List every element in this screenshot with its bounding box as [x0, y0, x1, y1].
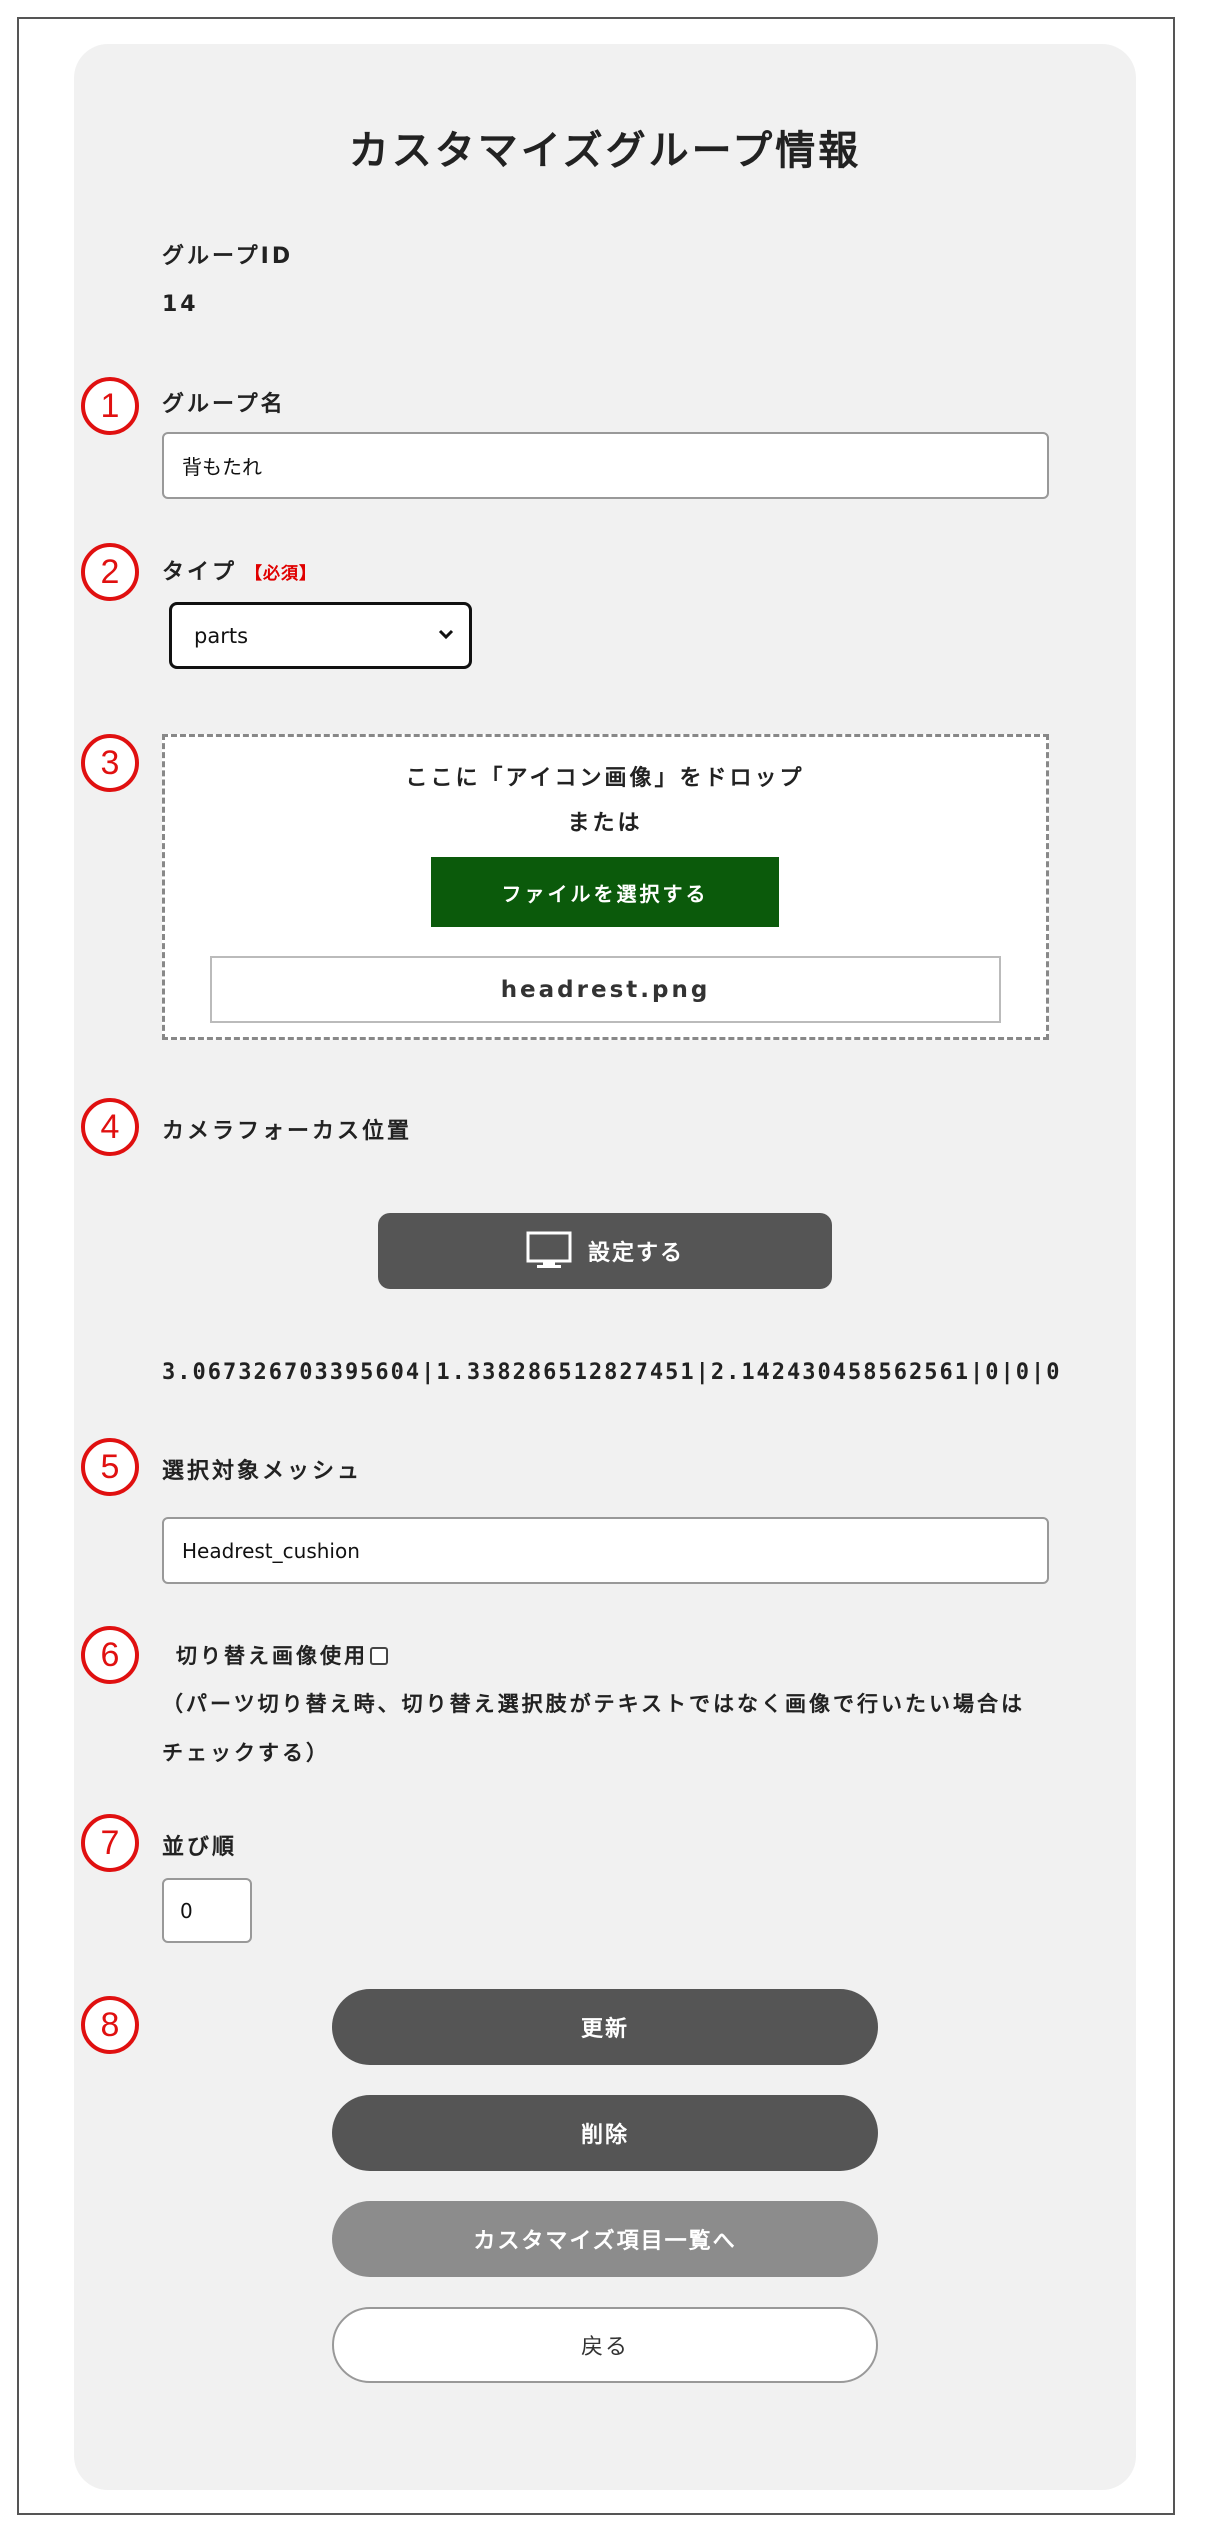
- marker-8: 8: [81, 1996, 139, 2054]
- marker-2: 2: [81, 543, 139, 601]
- group-id-label: グループID: [162, 244, 294, 269]
- type-label: タイプ: [162, 560, 238, 585]
- group-name-input[interactable]: 背もたれ: [162, 432, 1049, 499]
- chevron-down-icon: [438, 629, 454, 640]
- selected-filename: headrest.png: [210, 956, 1001, 1023]
- set-camera-button[interactable]: 設定する: [378, 1213, 832, 1289]
- marker-6: 6: [81, 1626, 139, 1684]
- type-select[interactable]: parts: [169, 602, 472, 669]
- delete-button[interactable]: 削除: [332, 2095, 878, 2171]
- type-label-row: タイプ 【必須】: [162, 554, 317, 586]
- switch-image-row: 切り替え画像使用: [176, 1640, 388, 1670]
- switch-image-note-1: （パーツ切り替え時、切り替え選択肢がテキストではなく画像で行いたい場合は: [162, 1692, 1025, 1716]
- type-selected-value: parts: [194, 623, 249, 648]
- back-button[interactable]: 戻る: [332, 2307, 878, 2383]
- camera-focus-label: カメラフォーカス位置: [162, 1119, 413, 1144]
- page-title: カスタマイズグループ情報: [348, 128, 862, 174]
- monitor-icon: [526, 1231, 572, 1268]
- marker-7: 7: [81, 1814, 139, 1872]
- marker-4: 4: [81, 1098, 139, 1156]
- group-name-label: グループ名: [162, 392, 286, 417]
- customize-list-button[interactable]: カスタマイズ項目一覧へ: [332, 2201, 878, 2277]
- set-camera-button-label: 設定する: [587, 1241, 684, 1266]
- switch-image-checkbox[interactable]: [370, 1647, 388, 1665]
- camera-focus-value: 3.067326703395604|1.338286512827451|2.14…: [162, 1360, 1062, 1385]
- or-text: または: [567, 811, 643, 836]
- update-button[interactable]: 更新: [332, 1989, 878, 2065]
- marker-1: 1: [81, 377, 139, 435]
- sort-order-input[interactable]: 0: [162, 1878, 252, 1943]
- mesh-label: 選択対象メッシュ: [162, 1459, 363, 1484]
- mesh-input[interactable]: Headrest_cushion: [162, 1517, 1049, 1584]
- marker-5: 5: [81, 1438, 139, 1496]
- group-id-value: 14: [162, 292, 199, 317]
- required-badge: 【必須】: [245, 564, 318, 584]
- drop-instruction: ここに「アイコン画像」をドロップ: [405, 766, 805, 791]
- select-file-button[interactable]: ファイルを選択する: [431, 857, 779, 927]
- sort-order-label: 並び順: [162, 1835, 238, 1860]
- switch-image-label: 切り替え画像使用: [176, 1644, 368, 1668]
- switch-image-note-2: チェックする）: [162, 1741, 330, 1765]
